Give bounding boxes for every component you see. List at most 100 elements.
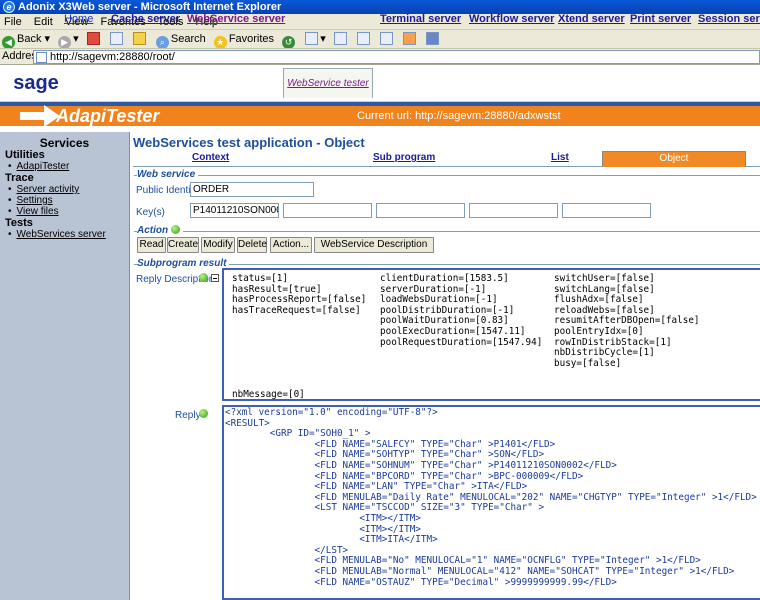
sidebar-item-view-files[interactable]: View files xyxy=(0,206,129,217)
sidebar-item-webservices-server[interactable]: WebServices server xyxy=(0,229,129,240)
back-button[interactable]: ◀ Back ▾ xyxy=(2,30,50,48)
window-title-bar: e Adonix X3Web server - Microsoft Intern… xyxy=(0,0,760,14)
tab-context[interactable]: Context xyxy=(192,152,229,163)
nb-message: nbMessage=[0] xyxy=(232,389,305,400)
reply-desc-column-1: status=[1] hasResult=[true] hasProcessRepo… xyxy=(232,273,366,316)
history-button[interactable]: ↺ xyxy=(282,30,297,48)
reply-desc-line: poolEntryIdx=[0] xyxy=(554,325,644,337)
xml-line: <ITM></ITM> xyxy=(225,512,421,524)
nav-session-server[interactable]: Session server xyxy=(698,13,760,25)
tab-sub-program[interactable]: Sub program xyxy=(373,152,435,163)
tab-list[interactable]: List xyxy=(551,152,569,163)
status-ok-icon xyxy=(199,273,208,282)
read-button[interactable]: Read xyxy=(137,237,166,253)
svg-text:sage: sage xyxy=(13,72,59,94)
mail-button[interactable]: ▾ xyxy=(305,30,326,48)
forward-button[interactable]: ▶ ▾ xyxy=(58,30,79,48)
nav-terminal-server[interactable]: Terminal server xyxy=(380,13,461,25)
home-button[interactable] xyxy=(132,30,148,48)
nav-xtend-server[interactable]: Xtend server xyxy=(558,13,625,25)
home-icon xyxy=(132,32,146,45)
nav-webservice-tester[interactable]: WebService tester xyxy=(283,68,373,98)
key-input-1[interactable]: P14011210SON0002 xyxy=(190,203,279,218)
webservice-legend: Web service xyxy=(137,169,199,180)
key-input-3[interactable] xyxy=(376,203,465,218)
result-legend: Subprogram result xyxy=(137,258,230,269)
keys-label: Key(s) xyxy=(136,207,165,218)
xml-line: <?xml version="1.0" encoding="UTF-8"?> xyxy=(225,407,438,418)
action-legend: Action xyxy=(137,225,183,236)
action-group-border xyxy=(134,231,760,232)
create-button[interactable]: Create xyxy=(167,237,199,253)
reply-desc-line: hasTraceRequest=[false] xyxy=(232,304,361,316)
menu-file[interactable]: File xyxy=(4,16,22,28)
reply-xml: <?xml version="1.0" encoding="UTF-8"?> <R… xyxy=(225,407,757,588)
discuss-button[interactable] xyxy=(379,30,395,48)
sidebar-heading: Services xyxy=(39,136,90,150)
page-icon xyxy=(36,52,47,63)
address-bar: Address http://sagevm:28880/root/ xyxy=(0,49,760,65)
star-icon: ★ xyxy=(213,36,227,48)
stop-icon xyxy=(86,32,100,45)
reply-desc-line: switchUser=[false] xyxy=(554,273,655,284)
messenger-icon xyxy=(402,32,416,45)
search-icon: ⌕ xyxy=(155,36,169,48)
key-input-2[interactable] xyxy=(283,203,372,218)
key-input-5[interactable] xyxy=(562,203,651,218)
tab-object[interactable]: Object xyxy=(602,151,746,167)
webservice-group-border xyxy=(134,175,760,176)
refresh-button[interactable] xyxy=(109,30,125,48)
reply-desc-column-2: clientDuration=[1583.5] serverDuration=[-… xyxy=(380,273,542,348)
browser-toolbar: ◀ Back ▾ ▶ ▾ ⌕ Search ★ Favorites ↺ ▾ xyxy=(0,30,760,49)
sage-header: sage xyxy=(0,66,760,102)
sidebar-section-trace: Trace xyxy=(5,172,34,184)
key-input-4[interactable] xyxy=(469,203,558,218)
address-url: http://sagevm:28880/root/ xyxy=(50,51,175,63)
page-title: WebServices test application - Object xyxy=(133,135,365,150)
forward-arrow-icon: ▶ xyxy=(58,36,72,48)
messenger-button[interactable] xyxy=(402,30,418,48)
print-button[interactable] xyxy=(333,30,349,48)
sidebar-item-adapitester[interactable]: AdapiTester xyxy=(0,161,129,172)
reply-desc-line: poolExecDuration=[1547.11] xyxy=(380,325,526,337)
status-ok-icon xyxy=(170,225,180,234)
sage-logo: sage xyxy=(11,72,61,96)
reply-desc-column-3: switchUser=[false] switchLang=[false] flus… xyxy=(554,273,700,369)
window-title: Adonix X3Web server - Microsoft Internet… xyxy=(18,1,282,13)
mail-icon xyxy=(305,32,319,45)
reply-desc-line: status=[1] xyxy=(232,273,288,284)
reply-description-box: status=[1] hasResult=[true] hasProcessRepo… xyxy=(222,268,760,401)
nav-print-server[interactable]: Print server xyxy=(630,13,691,25)
delete-button[interactable]: Delete xyxy=(237,237,267,253)
nav-home[interactable]: Home xyxy=(64,13,93,25)
address-input[interactable]: http://sagevm:28880/root/ xyxy=(33,50,760,64)
favorites-button[interactable]: ★ Favorites xyxy=(213,30,274,48)
sidebar-item-server-activity[interactable]: Server activity xyxy=(0,184,129,195)
history-icon: ↺ xyxy=(282,36,296,48)
reply-desc-line: busy=[false] xyxy=(554,357,622,369)
current-url: Current url: http://sagevm:28880/adxwsts… xyxy=(357,110,561,122)
nav-cache-server[interactable]: Cache server xyxy=(111,13,180,25)
reply-xml-box: <?xml version="1.0" encoding="UTF-8"?> <R… xyxy=(222,405,760,600)
menu-edit[interactable]: Edit xyxy=(34,16,53,28)
edit-button[interactable] xyxy=(356,30,372,48)
arrow-icon xyxy=(20,105,60,127)
ie-icon: e xyxy=(3,1,15,13)
action-button[interactable]: Action... xyxy=(270,237,312,253)
research-button[interactable] xyxy=(426,30,441,48)
search-button[interactable]: ⌕ Search xyxy=(155,30,206,48)
xml-line: <FLD NAME="OSTAUZ" TYPE="Decimal" >99999… xyxy=(225,576,617,588)
stop-button[interactable] xyxy=(86,30,102,48)
sidebar-item-settings[interactable]: Settings xyxy=(0,195,129,206)
back-arrow-icon: ◀ xyxy=(2,36,15,48)
nav-workflow-server[interactable]: Workflow server xyxy=(469,13,554,25)
webservice-description-button[interactable]: WebService Description xyxy=(314,237,434,253)
xml-line: <FLD MENULAB="Normal" MENULOCAL="412" NA… xyxy=(225,565,735,577)
collapse-icon[interactable] xyxy=(211,274,219,282)
public-identifier-input[interactable]: ORDER xyxy=(190,182,314,197)
sidebar-section-tests: Tests xyxy=(5,217,33,229)
research-icon xyxy=(426,32,440,45)
nav-webservice-server[interactable]: WebService server xyxy=(187,13,285,25)
print-icon xyxy=(333,32,347,45)
modify-button[interactable]: Modify xyxy=(201,237,235,253)
